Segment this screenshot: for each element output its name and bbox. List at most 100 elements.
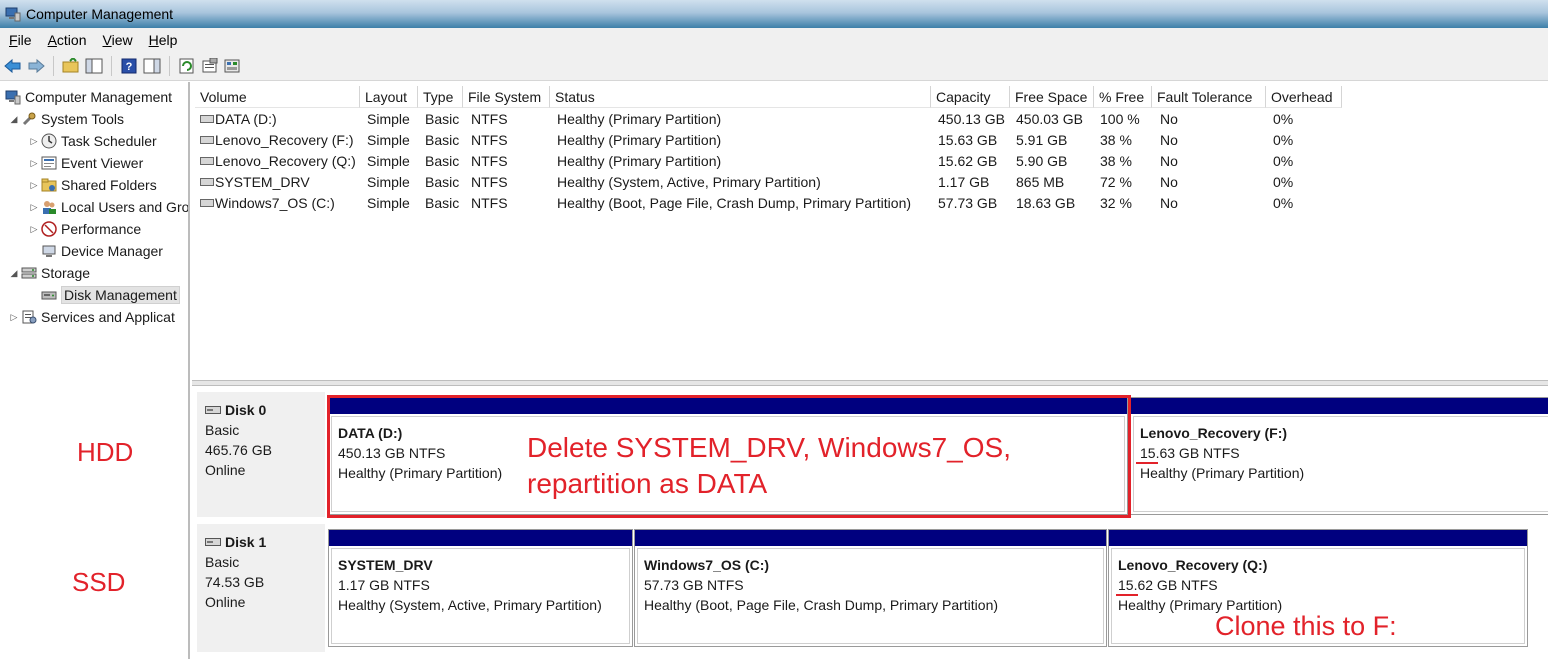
volume-icon bbox=[200, 115, 214, 123]
table-row[interactable]: Lenovo_Recovery (F:) Simple Basic NTFS H… bbox=[195, 130, 1548, 151]
disk-0-label[interactable]: Disk 0 Basic 465.76 GB Online bbox=[197, 392, 325, 517]
tree-item-local-users[interactable]: ▷ Local Users and Gro bbox=[28, 196, 188, 218]
tree-item-shared-folders[interactable]: ▷ Shared Folders bbox=[28, 174, 157, 196]
menu-action[interactable]: Action bbox=[39, 32, 94, 48]
partition-body: Lenovo_Recovery (F:) 15.63 GB NTFS Healt… bbox=[1133, 416, 1548, 512]
expand-arrow-icon[interactable]: ▷ bbox=[28, 180, 40, 191]
partition-name: Lenovo_Recovery (F:) bbox=[1140, 425, 1288, 441]
refresh-icon[interactable] bbox=[177, 56, 197, 76]
disk-1-size: 74.53 GB bbox=[205, 574, 265, 590]
disk-icon bbox=[205, 538, 221, 546]
expand-arrow-icon[interactable]: ▷ bbox=[28, 136, 40, 147]
up-folder-icon[interactable] bbox=[61, 56, 81, 76]
partition-status: Healthy (Boot, Page File, Crash Dump, Pr… bbox=[644, 597, 999, 613]
partition-size: 57.73 GB NTFS bbox=[644, 577, 744, 593]
volume-icon bbox=[200, 136, 214, 144]
tree-item-services-and-applications[interactable]: ▷ Services and Applicat bbox=[8, 306, 175, 328]
table-row[interactable]: Lenovo_Recovery (Q:) Simple Basic NTFS H… bbox=[195, 151, 1548, 172]
volume-icon bbox=[200, 178, 214, 186]
shared-folder-icon bbox=[40, 176, 58, 194]
toolbar: ? bbox=[0, 52, 1548, 81]
tree-item-storage[interactable]: ◢ Storage bbox=[8, 262, 91, 284]
pane-splitter[interactable] bbox=[192, 380, 1548, 386]
disk-0-state: Online bbox=[205, 462, 246, 478]
performance-icon bbox=[40, 220, 58, 238]
back-arrow-icon[interactable] bbox=[3, 56, 23, 76]
expand-arrow-icon[interactable]: ◢ bbox=[8, 114, 20, 125]
disk-0-name: Disk 0 bbox=[205, 400, 325, 420]
menu-view[interactable]: View bbox=[94, 32, 140, 48]
tree-item-task-scheduler[interactable]: ▷ Task Scheduler bbox=[28, 130, 157, 152]
device-manager-icon bbox=[40, 242, 58, 260]
partition-system-drv[interactable]: SYSTEM_DRV 1.17 GB NTFS Healthy (System,… bbox=[328, 529, 633, 647]
annotation-ssd: SSD bbox=[72, 567, 126, 597]
column-header-type[interactable]: Type bbox=[418, 86, 463, 108]
services-icon bbox=[20, 308, 38, 326]
storage-icon bbox=[20, 264, 38, 282]
disk-management-icon bbox=[40, 286, 58, 304]
annotation-hdd: HDD bbox=[77, 437, 134, 467]
partition-windows7-os-c[interactable]: Windows7_OS (C:) 57.73 GB NTFS Healthy (… bbox=[634, 529, 1107, 647]
partition-name: Windows7_OS (C:) bbox=[644, 557, 770, 573]
tree-item-disk-management[interactable]: Disk Management bbox=[40, 284, 180, 306]
tree-item-computer-management[interactable]: Computer Management bbox=[4, 86, 172, 108]
computer-management-icon bbox=[4, 5, 22, 23]
tools-icon bbox=[20, 110, 38, 128]
column-header-file-system[interactable]: File System bbox=[463, 86, 550, 108]
window-title: Computer Management bbox=[26, 6, 174, 22]
partition-body: SYSTEM_DRV 1.17 GB NTFS Healthy (System,… bbox=[331, 548, 630, 644]
partition-lenovo-recovery-f[interactable]: Lenovo_Recovery (F:) 15.63 GB NTFS Healt… bbox=[1130, 397, 1548, 515]
column-header-volume[interactable]: Volume bbox=[195, 86, 360, 108]
expand-arrow-icon[interactable]: ▷ bbox=[28, 202, 40, 213]
svg-text:?: ? bbox=[126, 61, 133, 73]
column-header-capacity[interactable]: Capacity bbox=[931, 86, 1010, 108]
column-header-status[interactable]: Status bbox=[550, 86, 931, 108]
volume-icon bbox=[200, 157, 214, 165]
column-header-free-space[interactable]: Free Space bbox=[1010, 86, 1094, 108]
menu-file[interactable]: File bbox=[0, 32, 39, 48]
expand-arrow-icon[interactable]: ▷ bbox=[8, 312, 20, 323]
tree-item-device-manager[interactable]: Device Manager bbox=[40, 240, 163, 262]
expand-arrow-icon[interactable]: ◢ bbox=[8, 268, 20, 279]
properties-icon[interactable] bbox=[200, 56, 220, 76]
expand-arrow-icon[interactable]: ▷ bbox=[28, 224, 40, 235]
annotation-clone-note: Clone this to F: bbox=[1215, 611, 1397, 641]
column-header-layout[interactable]: Layout bbox=[360, 86, 418, 108]
help-icon[interactable]: ? bbox=[119, 56, 139, 76]
annotation-underline-f bbox=[1136, 462, 1158, 464]
partition-bar bbox=[1109, 530, 1527, 546]
clock-icon bbox=[40, 132, 58, 150]
action-pane-icon[interactable] bbox=[142, 56, 162, 76]
tree-item-system-tools[interactable]: ◢ System Tools bbox=[8, 108, 124, 130]
toolbar-separator bbox=[111, 56, 112, 76]
expand-arrow-icon[interactable]: ▷ bbox=[28, 158, 40, 169]
users-icon bbox=[40, 198, 58, 216]
disk-1-label[interactable]: Disk 1 Basic 74.53 GB Online bbox=[197, 524, 325, 652]
computer-icon bbox=[4, 88, 22, 106]
annotation-delete-note: Delete SYSTEM_DRV, Windows7_OS, repartit… bbox=[527, 432, 1011, 499]
tree-item-event-viewer[interactable]: ▷ Event Viewer bbox=[28, 152, 144, 174]
show-hide-tree-icon[interactable] bbox=[84, 56, 104, 76]
volume-list: Volume Layout Type File System Status Ca… bbox=[195, 82, 1548, 380]
toolbar-separator bbox=[53, 56, 54, 76]
volume-list-header: Volume Layout Type File System Status Ca… bbox=[195, 86, 1548, 108]
column-header-overhead[interactable]: Overhead bbox=[1266, 86, 1342, 108]
column-header-percent-free[interactable]: % Free bbox=[1094, 86, 1152, 108]
tree-item-performance[interactable]: ▷ Performance bbox=[28, 218, 142, 240]
partition-bar bbox=[1131, 398, 1548, 414]
menu-help[interactable]: Help bbox=[140, 32, 185, 48]
table-row[interactable]: Windows7_OS (C:) Simple Basic NTFS Healt… bbox=[195, 193, 1548, 214]
forward-arrow-icon[interactable] bbox=[26, 56, 46, 76]
partition-name: Lenovo_Recovery (Q:) bbox=[1118, 557, 1268, 573]
table-row[interactable]: DATA (D:) Simple Basic NTFS Healthy (Pri… bbox=[195, 109, 1548, 130]
menu-bar: File Action View Help bbox=[0, 28, 1548, 52]
column-header-fault-tolerance[interactable]: Fault Tolerance bbox=[1152, 86, 1266, 108]
toolbar-separator bbox=[169, 56, 170, 76]
partition-bar bbox=[329, 530, 632, 546]
disk-properties-icon[interactable] bbox=[223, 56, 243, 76]
partition-bar bbox=[635, 530, 1106, 546]
partition-name: SYSTEM_DRV bbox=[338, 557, 433, 573]
table-row[interactable]: SYSTEM_DRV Simple Basic NTFS Healthy (Sy… bbox=[195, 172, 1548, 193]
disk-1-name: Disk 1 bbox=[205, 532, 325, 552]
disk-icon bbox=[205, 406, 221, 414]
